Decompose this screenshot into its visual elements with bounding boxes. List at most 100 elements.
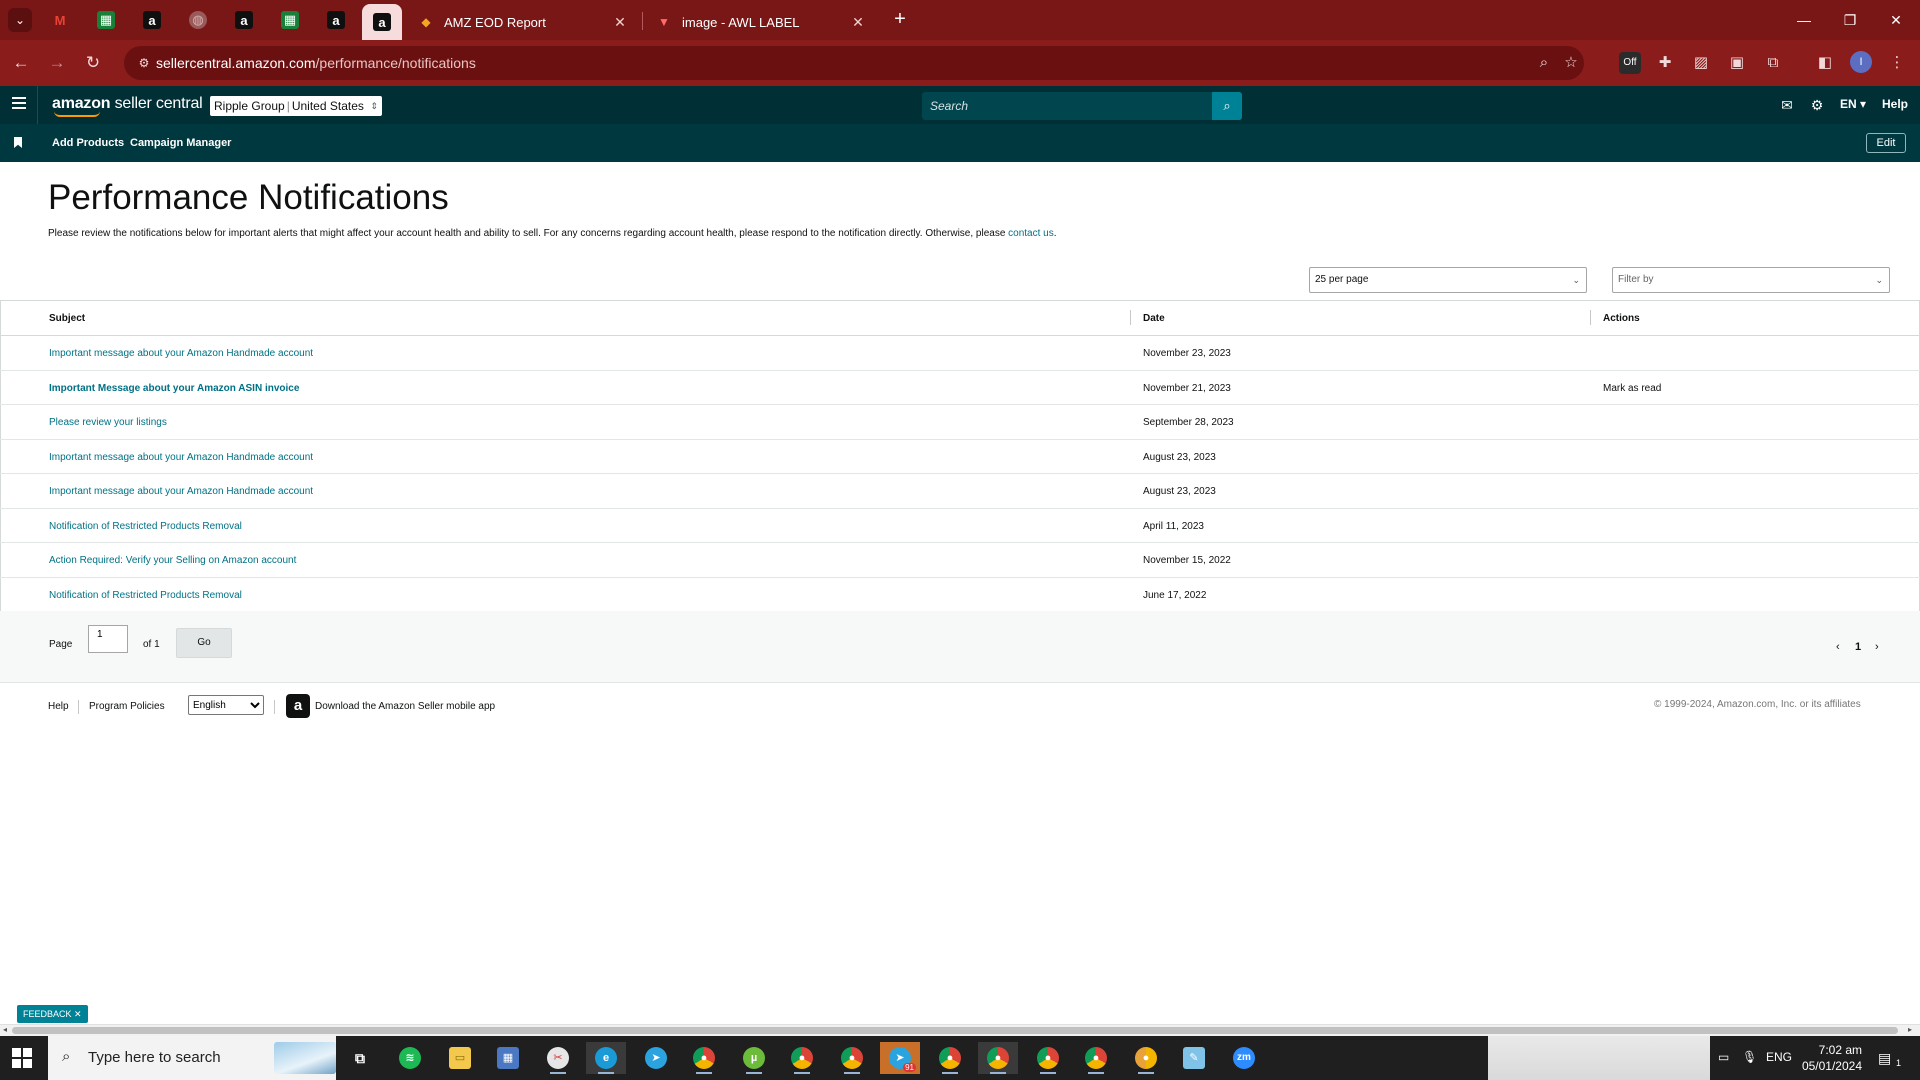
extension-image-icon[interactable]: ▣ [1724, 50, 1750, 76]
calculator-icon[interactable]: ▦ [488, 1042, 528, 1074]
language-selector[interactable]: EN ▾ [1840, 97, 1866, 111]
back-arrow-icon[interactable]: ← [8, 50, 34, 76]
go-button[interactable]: Go [176, 628, 232, 658]
per-page-select[interactable]: 25 per page ⌄ [1309, 267, 1587, 293]
chrome-active-icon[interactable]: ● [978, 1042, 1018, 1074]
edge-browser-icon[interactable]: e [586, 1042, 626, 1074]
edit-button[interactable]: Edit [1866, 133, 1906, 153]
footer-program-policies-link[interactable]: Program Policies [89, 701, 165, 712]
zoom-magnifier-icon[interactable]: ⌕ [1534, 53, 1554, 73]
amazon-app-icon[interactable]: a [286, 694, 310, 718]
search-button-icon[interactable]: ⌕ [1212, 92, 1242, 120]
task-view-icon[interactable]: ⧉ [340, 1042, 380, 1074]
chrome-profile-icon[interactable]: ● [782, 1042, 822, 1074]
system-clock[interactable]: 7:02 am 05/01/2024 [1792, 1042, 1862, 1074]
feedback-close-icon[interactable]: ✕ [74, 1009, 82, 1019]
pinned-tab-amazon[interactable]: a [316, 6, 356, 34]
contact-us-link[interactable]: contact us [1008, 228, 1054, 239]
next-page-chevron-icon[interactable]: › [1875, 641, 1879, 653]
scrollbar-thumb[interactable] [12, 1027, 1898, 1034]
minimize-icon[interactable]: — [1786, 6, 1822, 34]
taskbar-search[interactable]: ⌕ Type here to search [48, 1036, 336, 1080]
site-info-icon[interactable]: ⚙ [136, 55, 152, 71]
notification-subject-link[interactable]: Notification of Restricted Products Remo… [49, 590, 242, 601]
header-search-input[interactable] [922, 92, 1212, 120]
mark-as-read-link[interactable]: Mark as read [1603, 383, 1661, 394]
previous-page-chevron-icon[interactable]: ‹ [1836, 641, 1840, 653]
footer-language-select[interactable]: English [188, 695, 264, 715]
subnav-campaign-manager[interactable]: Campaign Manager [130, 137, 231, 149]
telegram-icon[interactable]: ➤ [636, 1042, 676, 1074]
notification-subject-link[interactable]: Notification of Restricted Products Remo… [49, 521, 242, 532]
meet-now-icon[interactable]: ▭ [1718, 1050, 1729, 1064]
seller-central-logo[interactable]: amazon seller central [52, 95, 203, 117]
chrome-canary-icon[interactable]: ● [1126, 1042, 1166, 1074]
scroll-right-arrow-icon[interactable]: ▸ [1908, 1025, 1912, 1034]
pinned-tab-sheets[interactable]: ▦ [86, 6, 126, 34]
tab-close-icon[interactable]: ✕ [850, 14, 866, 31]
pinned-tab-globe[interactable]: ◍ [178, 6, 218, 34]
pinned-tab-gmail[interactable]: M [40, 6, 80, 34]
chrome-profile-icon[interactable]: ● [1076, 1042, 1116, 1074]
settings-gear-icon[interactable]: ⚙ [1808, 96, 1826, 114]
restore-icon[interactable]: ❐ [1832, 6, 1868, 34]
tab-image-awl-label[interactable]: ▼ image - AWL LABEL ✕ [646, 4, 876, 40]
profile-avatar[interactable]: I [1850, 51, 1872, 73]
notification-subject-link[interactable]: Please review your listings [49, 417, 167, 428]
pinned-tab-amazon[interactable]: a [224, 6, 264, 34]
chrome-profile-icon[interactable]: ● [1028, 1042, 1068, 1074]
help-link[interactable]: Help [1882, 97, 1908, 111]
current-page-number[interactable]: 1 [1855, 641, 1861, 653]
hamburger-menu-icon[interactable] [12, 97, 26, 111]
bookmark-icon[interactable] [14, 137, 22, 148]
extension-off-icon[interactable]: Off [1619, 52, 1641, 74]
notepad-icon[interactable]: ✎ [1174, 1042, 1214, 1074]
microphone-icon[interactable]: 🎙 [1742, 1050, 1757, 1064]
account-switcher[interactable]: Ripple Group | United States ⇕ [210, 96, 382, 116]
download-app-link[interactable]: Download the Amazon Seller mobile app [315, 701, 495, 712]
feedback-button[interactable]: FEEDBACK ✕ [17, 1005, 88, 1023]
extensions-puzzle-icon[interactable]: ⧉ [1760, 50, 1786, 76]
bookmark-star-icon[interactable]: ☆ [1561, 53, 1581, 73]
tab-close-icon[interactable]: ✕ [612, 14, 628, 31]
zoom-icon[interactable]: zm [1224, 1042, 1264, 1074]
forward-arrow-icon[interactable]: → [44, 50, 70, 76]
browser-menu-icon[interactable]: ⋮ [1884, 50, 1910, 76]
filter-by-select[interactable]: Filter by ⌄ [1612, 267, 1890, 293]
chrome-icon[interactable]: ● [684, 1042, 724, 1074]
horizontal-scrollbar[interactable]: ◂ ▸ [0, 1024, 1920, 1036]
tab-search-chevron-icon[interactable]: ⌄ [8, 8, 32, 32]
footer-help-link[interactable]: Help [48, 701, 69, 712]
url-text[interactable]: sellercentral.amazon.com/performance/not… [156, 55, 476, 71]
tab-amz-eod-report[interactable]: ◆ AMZ EOD Report ✕ [408, 4, 638, 40]
column-header-subject[interactable]: Subject [49, 313, 85, 324]
column-header-date[interactable]: Date [1143, 313, 1165, 324]
notification-subject-link[interactable]: Important message about your Amazon Hand… [49, 452, 313, 463]
utorrent-icon[interactable]: µ [734, 1042, 774, 1074]
spotify-icon[interactable]: ≋ [390, 1042, 430, 1074]
new-tab-plus-icon[interactable]: + [888, 8, 912, 32]
notification-subject-link[interactable]: Important message about your Amazon Hand… [49, 486, 313, 497]
subnav-add-products[interactable]: Add Products [52, 137, 124, 149]
notification-center-icon[interactable]: ▤ [1878, 1050, 1891, 1067]
chrome-profile-icon[interactable]: ● [832, 1042, 872, 1074]
windows-start-icon[interactable] [12, 1048, 32, 1068]
telegram-badge-icon[interactable]: ➤ 91 [880, 1042, 920, 1074]
reload-icon[interactable]: ↻ [80, 50, 106, 76]
chrome-profile-icon[interactable]: ● [930, 1042, 970, 1074]
address-bar[interactable]: ⚙ sellercentral.amazon.com/performance/n… [124, 46, 1584, 80]
scroll-left-arrow-icon[interactable]: ◂ [3, 1025, 7, 1034]
snipping-tool-icon[interactable]: ✂ [538, 1042, 578, 1074]
window-close-icon[interactable]: ✕ [1878, 6, 1914, 34]
file-explorer-icon[interactable]: ▭ [440, 1042, 480, 1074]
pinned-tab-sheets[interactable]: ▦ [270, 6, 310, 34]
page-number-input[interactable] [88, 625, 128, 653]
extension-puzzle-blue-icon[interactable]: ✚ [1652, 50, 1678, 76]
side-panel-icon[interactable]: ◧ [1812, 50, 1838, 76]
pinned-tab-amazon-active[interactable]: a [362, 4, 402, 40]
notification-subject-link[interactable]: Important message about your Amazon Hand… [49, 348, 313, 359]
notification-subject-link[interactable]: Important Message about your Amazon ASIN… [49, 383, 299, 394]
pinned-tab-amazon[interactable]: a [132, 6, 172, 34]
notification-subject-link[interactable]: Action Required: Verify your Selling on … [49, 555, 296, 566]
mail-icon[interactable]: ✉ [1778, 96, 1796, 114]
